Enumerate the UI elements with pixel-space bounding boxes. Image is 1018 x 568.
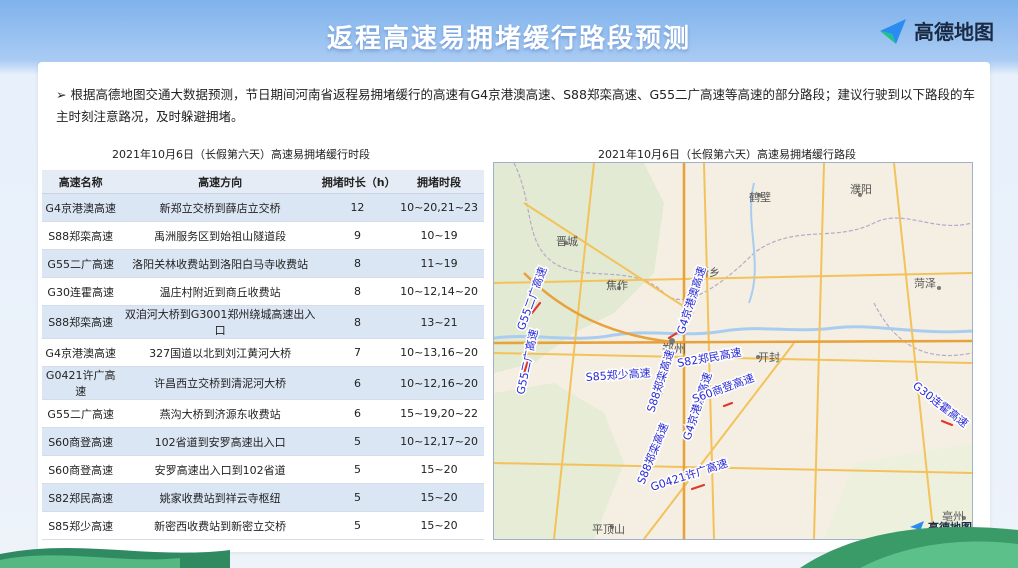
map-canvas: 鹤壁 濮阳 晋城 新乡 焦作 菏泽 郑州 开封 平顶山 亳州 G55二广高速 G… (494, 163, 972, 539)
table-header-row: 高速名称 高速方向 拥堵时长（h） 拥堵时段 (42, 170, 484, 194)
cell-direction: 洛阳关林收费站到洛阳白马寺收费站 (119, 249, 321, 278)
table-row: G0421许广高速 许昌西立交桥到清泥河大桥 6 10~12,16~20 (42, 366, 484, 400)
cell-period: 10~19 (394, 221, 484, 250)
col-duration: 拥堵时长（h） (320, 170, 396, 194)
table-row: G30连霍高速 温庄村附近到商丘收费站 8 10~12,14~20 (42, 277, 484, 306)
cell-highway-name: G0421许广高速 (42, 366, 120, 400)
cell-highway-name: G4京港澳高速 (42, 193, 120, 222)
cell-period: 15~19,20~22 (394, 399, 484, 428)
cell-duration: 6 (320, 366, 395, 400)
table-row: S88郑栾高速 禹洲服务区到始祖山隧道段 9 10~19 (42, 221, 484, 250)
cell-period: 11~19 (394, 249, 484, 278)
cell-duration: 8 (320, 305, 395, 339)
cell-period: 10~13,16~20 (394, 338, 484, 367)
col-period: 拥堵时段 (394, 170, 484, 194)
cell-duration: 5 (320, 427, 395, 456)
congestion-map[interactable]: 鹤壁 濮阳 晋城 新乡 焦作 菏泽 郑州 开封 平顶山 亳州 G55二广高速 G… (493, 162, 973, 540)
cell-highway-name: S60商登高速 (42, 427, 120, 456)
amap-logo-icon (880, 18, 906, 44)
decorative-waves (0, 526, 1018, 568)
amap-logo: 高德地图 (878, 16, 994, 45)
cell-highway-name: G55二广高速 (42, 399, 120, 428)
table-row: G55二广高速 燕沟大桥到济源东收费站 6 15~19,20~22 (42, 399, 484, 428)
place-kaifeng: 开封 (758, 350, 780, 364)
col-highway-name: 高速名称 (42, 170, 120, 194)
page-title: 返程高速易拥堵缓行路段预测 (326, 24, 691, 54)
cell-duration: 9 (320, 221, 395, 250)
place-hebi: 鹤壁 (749, 190, 771, 204)
cell-direction: 许昌西立交桥到清泥河大桥 (119, 366, 321, 400)
intro-text: 根据高德地图交通大数据预测，节日期间河南省返程易拥堵缓行的高速有G4京港澳高速、… (56, 87, 976, 124)
table-row: S82郑民高速 姚家收费站到祥云寺枢纽 5 15~20 (42, 483, 484, 512)
cell-direction: 禹洲服务区到始祖山隧道段 (119, 221, 321, 250)
cell-period: 10~20,21~23 (394, 193, 484, 222)
cell-duration: 5 (320, 455, 395, 484)
col-direction: 高速方向 (119, 170, 321, 194)
cell-period: 13~21 (394, 305, 484, 339)
place-heze: 菏泽 (914, 277, 936, 290)
cell-duration: 12 (320, 193, 395, 222)
cell-period: 10~12,14~20 (394, 277, 484, 306)
cell-duration: 7 (320, 338, 395, 367)
cell-direction: 姚家收费站到祥云寺枢纽 (119, 483, 321, 512)
logo-text: 高德地图 (914, 20, 994, 44)
cell-duration: 8 (320, 249, 395, 278)
place-jincheng: 晋城 (556, 235, 578, 248)
cell-highway-name: S88郑栾高速 (42, 305, 120, 339)
cell-direction: 安罗高速出入口到102省道 (119, 455, 321, 484)
table-row: S60商登高速 安罗高速出入口到102省道 5 15~20 (42, 455, 484, 484)
table-row: S60商登高速 102省道到安罗高速出入口 5 10~12,17~20 (42, 427, 484, 456)
cell-direction: 327国道以北到刘江黄河大桥 (119, 338, 321, 367)
cell-highway-name: G4京港澳高速 (42, 338, 120, 367)
cell-period: 15~20 (394, 455, 484, 484)
cell-highway-name: S60商登高速 (42, 455, 120, 484)
cell-highway-name: S82郑民高速 (42, 483, 120, 512)
cell-direction: 新郑立交桥到薛店立交桥 (119, 193, 321, 222)
cell-period: 10~12,16~20 (394, 366, 484, 400)
intro-paragraph: ➢ 根据高德地图交通大数据预测，节日期间河南省返程易拥堵缓行的高速有G4京港澳高速… (56, 84, 986, 128)
table-caption: 2021年10月6日（长假第六天）高速易拥堵缓行时段 (112, 148, 370, 161)
map-caption: 2021年10月6日（长假第六天）高速易拥堵缓行路段 (598, 148, 856, 161)
cell-direction: 102省道到安罗高速出入口 (119, 427, 321, 456)
table-row: G4京港澳高速 327国道以北到刘江黄河大桥 7 10~13,16~20 (42, 338, 484, 367)
table-row: G55二广高速 洛阳关林收费站到洛阳白马寺收费站 8 11~19 (42, 249, 484, 278)
bullet-arrow-icon: ➢ (56, 87, 67, 102)
place-puyang: 濮阳 (850, 182, 872, 196)
cell-duration: 8 (320, 277, 395, 306)
congestion-table: 高速名称 高速方向 拥堵时长（h） 拥堵时段 G4京港澳高速 新郑立交桥到薛店立交… (42, 170, 484, 540)
table-row: S88郑栾高速 双洎河大桥到G3001郑州绕城高速出入口 8 13~21 (42, 305, 484, 339)
place-jiaozuo: 焦作 (606, 279, 628, 292)
cell-period: 10~12,17~20 (394, 427, 484, 456)
cell-direction: 燕沟大桥到济源东收费站 (119, 399, 321, 428)
cell-highway-name: S88郑栾高速 (42, 221, 120, 250)
cell-duration: 6 (320, 399, 395, 428)
cell-duration: 5 (320, 483, 395, 512)
table-row: G4京港澳高速 新郑立交桥到薛店立交桥 12 10~20,21~23 (42, 193, 484, 222)
cell-direction: 温庄村附近到商丘收费站 (119, 277, 321, 306)
cell-direction: 双洎河大桥到G3001郑州绕城高速出入口 (119, 305, 321, 339)
cell-highway-name: G55二广高速 (42, 249, 120, 278)
cell-highway-name: G30连霍高速 (42, 277, 120, 306)
cell-period: 15~20 (394, 483, 484, 512)
